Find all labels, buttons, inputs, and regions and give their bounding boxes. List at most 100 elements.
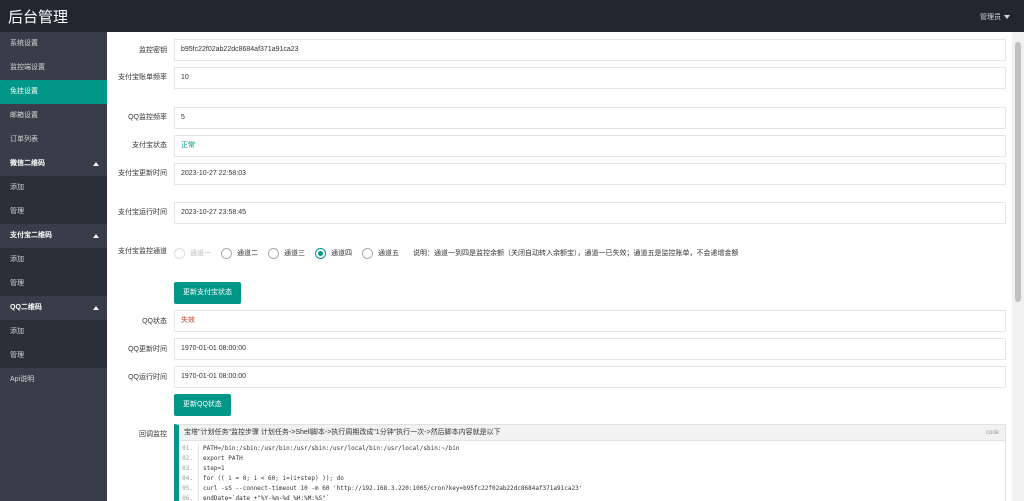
radio-label: 通道五 xyxy=(378,250,399,257)
code-line-text: step=1 xyxy=(203,465,225,472)
sidebar-item-label: 管理 xyxy=(10,208,24,215)
radio-label: 通道三 xyxy=(284,250,305,257)
code-line: 04. for (( i = 0; i < 60; i=(i+step) )); … xyxy=(179,474,1005,484)
sidebar-item-label: 管理 xyxy=(10,280,24,287)
radio-circle xyxy=(362,247,373,259)
sidebar-item-label: 系统设置 xyxy=(10,40,38,47)
main-content: 监控密钥 b95fc22f02ab22dc8684af371a91ca23 支付… xyxy=(107,32,1012,501)
qq-update-value: 1970-01-01 08:00:00 xyxy=(174,338,1006,360)
code-line-text: PATH=/bin:/sbin:/usr/bin:/usr/sbin:/usr/… xyxy=(203,445,460,452)
channel-note: 说明：通道一到四是监控余额（关闭自动转入余额宝），通道一已失效；通道五是监控账单… xyxy=(413,250,739,257)
code-line: 02. export PATH xyxy=(179,454,1005,464)
sidebar-group-label: QQ二维码 xyxy=(10,304,42,311)
sidebar-item-label: 添加 xyxy=(10,256,24,263)
sidebar-item-wechat-add[interactable]: 添加 xyxy=(0,176,107,200)
code-tag: code xyxy=(985,430,999,436)
qq-status-value: 失效 xyxy=(174,310,1006,332)
sidebar-item-wechat-manage[interactable]: 管理 xyxy=(0,200,107,224)
scrollbar[interactable] xyxy=(1012,32,1024,501)
radio-circle xyxy=(221,247,232,259)
code-line-text: curl -sS --connect-timeout 10 -m 60 'htt… xyxy=(203,485,583,492)
sidebar-item-alipay-add[interactable]: 添加 xyxy=(0,248,107,272)
alipay-status-label: 支付宝状态 xyxy=(132,142,167,149)
monitor-key-label: 监控密钥 xyxy=(139,47,167,54)
sidebar-item-orders[interactable]: 订单列表 xyxy=(0,128,107,152)
sidebar: 系统设置 监控端设置 免挂设置 邮箱设置 订单列表 微信二维码 添加 管理 支付… xyxy=(0,32,107,501)
code-body: 01. PATH=/bin:/sbin:/usr/bin:/usr/sbin:/u… xyxy=(179,441,1005,501)
sidebar-item-email[interactable]: 邮箱设置 xyxy=(0,104,107,128)
alipay-update-label: 支付宝更新时间 xyxy=(118,170,167,177)
code-line-number: 02. xyxy=(179,454,199,464)
sidebar-item-alipay-manage[interactable]: 管理 xyxy=(0,272,107,296)
radio-circle xyxy=(268,247,279,259)
radio-circle xyxy=(315,247,326,259)
code-title-text: 宝塔"计划任务"监控步骤 计划任务->Shell脚本->执行周期改成"1分钟"执… xyxy=(184,429,501,436)
top-bar: 后台管理 管理员 xyxy=(0,0,1024,32)
sidebar-item-label: Api说明 xyxy=(10,376,35,383)
qq-status-label: QQ状态 xyxy=(142,318,167,325)
radio-label: 通道一 xyxy=(190,250,211,257)
sidebar-group-label: 微信二维码 xyxy=(10,160,45,167)
chevron-up-icon xyxy=(93,162,99,166)
alipay-run-label: 支付宝运行时间 xyxy=(118,209,167,216)
chevron-up-icon xyxy=(93,234,99,238)
qq-freq-label: QQ监控频率 xyxy=(128,114,167,121)
qq-run-label: QQ运行时间 xyxy=(128,374,167,381)
update-alipay-button[interactable]: 更新支付宝状态 xyxy=(174,282,241,304)
monitor-key-input[interactable]: b95fc22f02ab22dc8684af371a91ca23 xyxy=(174,39,1006,61)
sidebar-item-label: 订单列表 xyxy=(10,136,38,143)
code-line-number: 01. xyxy=(179,444,199,454)
sidebar-item-system[interactable]: 系统设置 xyxy=(0,32,107,56)
user-menu[interactable]: 管理员 xyxy=(980,12,1010,22)
sidebar-item-monitor[interactable]: 监控端设置 xyxy=(0,56,107,80)
sidebar-group-label: 支付宝二维码 xyxy=(10,232,52,239)
qq-update-label: QQ更新时间 xyxy=(128,346,167,353)
alipay-freq-label: 支付宝账单频率 xyxy=(118,74,167,81)
code-line: 01. PATH=/bin:/sbin:/usr/bin:/usr/sbin:/u… xyxy=(179,444,1005,454)
radio-circle xyxy=(174,247,185,259)
code-line-number: 04. xyxy=(179,474,199,484)
sidebar-item-qq-add[interactable]: 添加 xyxy=(0,320,107,344)
callback-label: 回调监控 xyxy=(139,431,167,438)
sidebar-group-alipay[interactable]: 支付宝二维码 xyxy=(0,224,107,248)
sidebar-item-label: 添加 xyxy=(10,328,24,335)
sidebar-item-label: 添加 xyxy=(10,184,24,191)
alipay-status-value: 正常 xyxy=(174,135,1006,157)
chevron-up-icon xyxy=(93,306,99,310)
sidebar-item-mianguai[interactable]: 免挂设置 xyxy=(0,80,107,104)
alipay-channel-group: 通道一 通道二 通道三 通道四 通道五 说明：通道一到四是监控余额（关闭自动转入… xyxy=(174,244,739,262)
sidebar-item-api[interactable]: Api说明 xyxy=(0,368,107,392)
radio-label: 通道二 xyxy=(237,250,258,257)
sidebar-item-qq-manage[interactable]: 管理 xyxy=(0,344,107,368)
code-title: 宝塔"计划任务"监控步骤 计划任务->Shell脚本->执行周期改成"1分钟"执… xyxy=(179,425,1005,441)
radio-channel-4[interactable]: 通道四 xyxy=(315,247,352,259)
code-line-number: 06. xyxy=(179,494,199,501)
sidebar-group-qq[interactable]: QQ二维码 xyxy=(0,296,107,320)
code-line: 03. step=1 xyxy=(179,464,1005,474)
radio-channel-2[interactable]: 通道二 xyxy=(221,247,258,259)
sidebar-item-label: 邮箱设置 xyxy=(10,112,38,119)
code-block: 宝塔"计划任务"监控步骤 计划任务->Shell脚本->执行周期改成"1分钟"执… xyxy=(174,424,1006,501)
sidebar-item-label: 管理 xyxy=(10,352,24,359)
radio-label: 通道四 xyxy=(331,250,352,257)
scrollbar-thumb[interactable] xyxy=(1015,42,1021,302)
code-line-text: export PATH xyxy=(203,455,243,462)
alipay-channel-label: 支付宝监控通道 xyxy=(118,248,167,255)
code-line: 06. endDate=`date +"%Y-%m-%d %H:%M:%S"` xyxy=(179,494,1005,501)
code-line-number: 05. xyxy=(179,484,199,494)
alipay-run-value: 2023-10-27 23:58:45 xyxy=(174,202,1006,224)
code-line-text: for (( i = 0; i < 60; i=(i+step) )); do xyxy=(203,475,344,482)
update-qq-button[interactable]: 更新QQ状态 xyxy=(174,394,231,416)
code-line-text: endDate=`date +"%Y-%m-%d %H:%M:%S"` xyxy=(203,495,330,501)
sidebar-item-label: 免挂设置 xyxy=(10,88,38,95)
radio-channel-5[interactable]: 通道五 xyxy=(362,247,399,259)
qq-freq-input[interactable]: 5 xyxy=(174,107,1006,129)
code-line: 05. curl -sS --connect-timeout 10 -m 60 '… xyxy=(179,484,1005,494)
radio-channel-1: 通道一 xyxy=(174,247,211,259)
radio-channel-3[interactable]: 通道三 xyxy=(268,247,305,259)
qq-run-value: 1970-01-01 08:00:00 xyxy=(174,366,1006,388)
alipay-freq-input[interactable]: 10 xyxy=(174,67,1006,89)
app-title: 后台管理 xyxy=(8,9,69,26)
sidebar-group-wechat[interactable]: 微信二维码 xyxy=(0,152,107,176)
alipay-update-value: 2023-10-27 22:58:03 xyxy=(174,163,1006,185)
